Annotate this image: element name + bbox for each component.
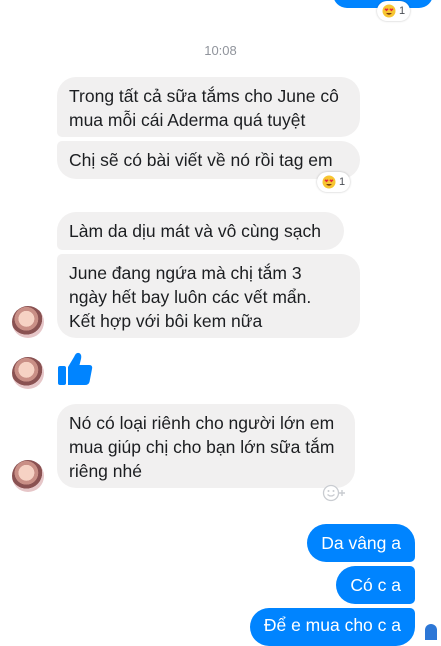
- avatar[interactable]: [12, 357, 44, 389]
- incoming-message[interactable]: Làm da dịu mát và vô cùng sạch: [57, 212, 344, 250]
- outgoing-message[interactable]: Có c a: [336, 566, 415, 604]
- reaction-badge[interactable]: 1: [377, 1, 411, 21]
- message-line: Kết hợp với bôi kem nữa: [69, 311, 263, 331]
- message-text: Có c a: [350, 575, 401, 595]
- message-text: Để e mua cho c a: [263, 615, 401, 635]
- heart-eyes-emoji-icon: [322, 175, 336, 189]
- message-text: Da vâng a: [321, 533, 401, 553]
- reaction-badge[interactable]: 1: [317, 172, 351, 192]
- reaction-count: 1: [339, 176, 346, 188]
- outgoing-message[interactable]: Để e mua cho c a: [249, 608, 415, 646]
- message-line: June đang ngứa mà chị tắm 3: [69, 263, 302, 283]
- incoming-message[interactable]: June đang ngứa mà chị tắm 3 ngày hết bay…: [57, 254, 360, 338]
- avatar[interactable]: [12, 460, 44, 492]
- message-line: Nó có loại riênh cho người lớn em: [69, 413, 335, 433]
- incoming-message[interactable]: Chị sẽ có bài viết về nó rồi tag em: [57, 141, 360, 179]
- avatar[interactable]: [12, 306, 44, 338]
- scrollbar[interactable]: [425, 624, 437, 640]
- message-line: Chị sẽ có bài viết về nó rồi tag em: [69, 150, 333, 170]
- add-reaction-icon[interactable]: [322, 484, 348, 502]
- reaction-count: 1: [399, 5, 406, 17]
- heart-eyes-emoji-icon: [382, 4, 396, 18]
- message-line: Trong tất cả sữa tắms cho June cô: [69, 86, 339, 106]
- timestamp: 10:08: [204, 43, 237, 58]
- incoming-message[interactable]: Nó có loại riênh cho người lớn em mua gi…: [57, 404, 355, 488]
- message-line: Làm da dịu mát và vô cùng sạch: [69, 221, 321, 241]
- incoming-message[interactable]: Trong tất cả sữa tắms cho June cô mua mỗ…: [57, 77, 360, 137]
- message-line: riêng nhé: [69, 461, 142, 481]
- outgoing-message[interactable]: Da vâng a: [307, 524, 415, 562]
- thumbs-up-icon[interactable]: [55, 349, 95, 389]
- message-line: ngày hết bay luôn các vết mẩn.: [69, 287, 312, 307]
- message-line: mua giúp chị cho bạn lớn sữa tắm: [69, 437, 335, 457]
- message-line: mua mỗi cái Aderma quá tuyệt: [69, 110, 306, 130]
